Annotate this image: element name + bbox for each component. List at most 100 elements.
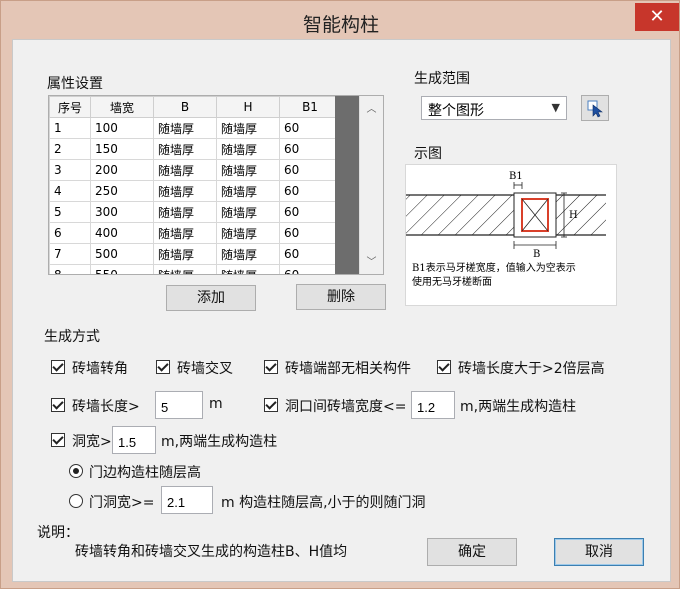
grid-empty-area [335, 96, 359, 274]
table-cell[interactable]: 500 [90, 243, 154, 265]
scope-label: 生成范围 [414, 71, 470, 87]
table-row[interactable]: 5 300 随墙厚 随墙厚 60 [49, 201, 341, 223]
scope-select[interactable]: 整个图形 ▼ [421, 96, 567, 120]
table-cell[interactable]: 5 [49, 201, 91, 223]
table-cell[interactable]: 60 [279, 180, 341, 202]
table-cell[interactable]: 随墙厚 [153, 243, 217, 265]
door-width-suffix: m 构造柱随层高,小于的则随门洞 [221, 495, 426, 511]
opening-wall-width-input[interactable] [411, 391, 455, 419]
column-header[interactable]: H [216, 96, 280, 118]
table-cell[interactable]: 60 [279, 243, 341, 265]
table-cell[interactable]: 7 [49, 243, 91, 265]
door-side-radio[interactable] [69, 464, 83, 478]
table-cell[interactable]: 6 [49, 222, 91, 244]
table-cell[interactable]: 随墙厚 [216, 243, 280, 265]
table-cell[interactable]: 随墙厚 [153, 180, 217, 202]
table-row[interactable]: 2 150 随墙厚 随墙厚 60 [49, 138, 341, 160]
add-button[interactable]: 添加 [166, 285, 256, 311]
table-cell[interactable]: 8 [49, 264, 91, 274]
title-bar[interactable]: 智能构柱 ✕ [1, 1, 680, 39]
table-cell[interactable]: 随墙厚 [153, 138, 217, 160]
table-cell[interactable]: 随墙厚 [153, 201, 217, 223]
column-header[interactable]: 墙宽 [90, 96, 154, 118]
table-cell[interactable]: 150 [90, 138, 154, 160]
table-cell[interactable]: 60 [279, 159, 341, 181]
brick-corner-checkbox[interactable] [51, 360, 65, 374]
table-cell[interactable]: 随墙厚 [216, 222, 280, 244]
cancel-button[interactable]: 取消 [554, 538, 644, 566]
h-dimension-label: H [569, 210, 578, 221]
pick-button[interactable] [581, 95, 609, 121]
table-cell[interactable]: 随墙厚 [216, 159, 280, 181]
delete-button[interactable]: 删除 [296, 284, 386, 310]
diagram-label: 示图 [414, 146, 442, 162]
brick-end-label: 砖墙端部无相关构件 [285, 361, 411, 377]
table-cell[interactable]: 随墙厚 [153, 117, 217, 139]
column-diagram: B1 B H B1表示马牙槎宽度，值输入为空表示 使用无马牙槎断面 [405, 164, 617, 306]
table-row[interactable]: 6 400 随墙厚 随墙厚 60 [49, 222, 341, 244]
scroll-up-icon[interactable]: ︿ [360, 100, 383, 115]
table-cell[interactable]: 60 [279, 264, 341, 274]
door-side-label: 门边构造柱随层高 [89, 465, 201, 481]
door-width-radio[interactable] [69, 494, 83, 508]
brick-length-checkbox[interactable] [51, 398, 65, 412]
opening-wall-width-checkbox[interactable] [264, 398, 278, 412]
table-row[interactable]: 1 100 随墙厚 随墙厚 60 [49, 117, 341, 139]
scroll-down-icon[interactable]: ﹀ [360, 253, 383, 268]
table-header-row: 序号 墙宽 B H B1 [49, 96, 341, 118]
table-cell[interactable]: 随墙厚 [216, 180, 280, 202]
explain-label: 说明： [37, 525, 79, 541]
brick-length-floor-checkbox[interactable] [437, 360, 451, 374]
table-cell[interactable]: 60 [279, 222, 341, 244]
close-button[interactable]: ✕ [635, 3, 679, 31]
hole-width-checkbox[interactable] [51, 433, 65, 447]
table-cell[interactable]: 60 [279, 201, 341, 223]
table-cell[interactable]: 4 [49, 180, 91, 202]
brick-length-input[interactable] [155, 391, 203, 419]
table-cell[interactable]: 250 [90, 180, 154, 202]
table-row[interactable]: 3 200 随墙厚 随墙厚 60 [49, 159, 341, 181]
table-cell[interactable]: 随墙厚 [153, 159, 217, 181]
brick-cross-checkbox[interactable] [156, 360, 170, 374]
column-header[interactable]: 序号 [49, 96, 91, 118]
table-row[interactable]: 7 500 随墙厚 随墙厚 60 [49, 243, 341, 265]
method-label: 生成方式 [44, 329, 100, 345]
column-header[interactable]: B [153, 96, 217, 118]
table-cell[interactable]: 400 [90, 222, 154, 244]
table-row[interactable]: 4 250 随墙厚 随墙厚 60 [49, 180, 341, 202]
table-cell[interactable]: 60 [279, 138, 341, 160]
column-header[interactable]: B1 [279, 96, 341, 118]
diagram-note-line1: B1表示马牙槎宽度，值输入为空表示 [412, 261, 576, 274]
table-cell[interactable]: 550 [90, 264, 154, 274]
table-cell[interactable]: 2 [49, 138, 91, 160]
table-cell[interactable]: 60 [279, 117, 341, 139]
opening-wall-width-suffix: m,两端生成构造柱 [460, 399, 577, 415]
table-cell[interactable]: 随墙厚 [216, 138, 280, 160]
explain-text: 砖墙转角和砖墙交叉生成的构造柱B、H值均 [75, 544, 348, 560]
brick-end-checkbox[interactable] [264, 360, 278, 374]
brick-cross-label: 砖墙交叉 [177, 361, 233, 377]
table-row[interactable]: 8550随墙厚随墙厚60 [49, 264, 341, 274]
brick-length-label: 砖墙长度> [72, 399, 140, 415]
cursor-select-icon [587, 100, 603, 118]
table-cell[interactable]: 200 [90, 159, 154, 181]
wall-section-drawing: B1 B H B1表示马牙槎宽度，值输入为空表示 使用无马牙槎断面 [406, 171, 606, 288]
table-cell[interactable]: 1 [49, 117, 91, 139]
vertical-scrollbar[interactable]: ︿ ﹀ [359, 96, 383, 274]
table-cell[interactable]: 随墙厚 [153, 264, 217, 274]
table-cell[interactable]: 100 [90, 117, 154, 139]
door-width-input[interactable] [161, 486, 213, 514]
opening-wall-width-label: 洞口间砖墙宽度<= [285, 399, 407, 415]
b1-dimension-label: B1 [509, 171, 523, 182]
table-cell[interactable]: 随墙厚 [216, 201, 280, 223]
table-cell[interactable]: 300 [90, 201, 154, 223]
table-cell[interactable]: 随墙厚 [216, 264, 280, 274]
chevron-down-icon: ▼ [551, 101, 560, 114]
hole-width-input[interactable] [112, 426, 156, 454]
table-cell[interactable]: 随墙厚 [153, 222, 217, 244]
ok-button[interactable]: 确定 [427, 538, 517, 566]
attributes-grid[interactable]: 序号 墙宽 B H B1 1 100 随墙厚 随墙厚 60 2 150 随墙厚 随墙厚 60 3 200 随墙厚… [48, 95, 384, 275]
hole-width-suffix: m,两端生成构造柱 [161, 434, 278, 450]
table-cell[interactable]: 随墙厚 [216, 117, 280, 139]
table-cell[interactable]: 3 [49, 159, 91, 181]
